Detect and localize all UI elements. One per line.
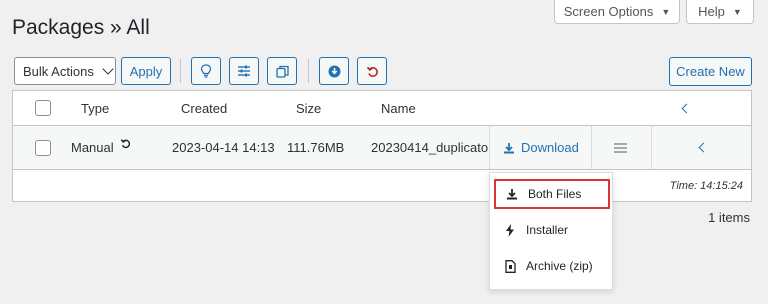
list-icon	[614, 142, 627, 153]
package-size: 111.76MB	[287, 140, 345, 155]
screen-options-tab[interactable]: Screen Options ▼	[554, 0, 680, 24]
lightbulb-button[interactable]	[191, 57, 221, 85]
copy-button[interactable]	[267, 57, 297, 85]
download-icon	[504, 142, 514, 153]
table-header: Type Created Size Name	[13, 91, 751, 126]
settings-button[interactable]	[229, 57, 259, 85]
toolbar-divider	[180, 59, 181, 83]
column-divider	[651, 126, 652, 169]
lightbulb-icon	[200, 64, 212, 78]
undo-button[interactable]	[357, 57, 387, 85]
manual-undo-icon	[120, 139, 130, 149]
download-button[interactable]	[319, 57, 349, 85]
table-row: Manual 2023-04-14 14:13 111.76MB 2023041…	[13, 126, 751, 170]
column-name[interactable]: Name	[381, 91, 416, 125]
column-divider	[591, 126, 592, 169]
help-tab[interactable]: Help ▼	[686, 0, 754, 24]
download-dropdown-button[interactable]: Download	[503, 126, 579, 169]
apply-button[interactable]: Apply	[121, 57, 171, 85]
chevron-left-icon	[681, 103, 692, 113]
download-icon	[506, 188, 518, 200]
menu-item-archive[interactable]: Archive (zip)	[494, 251, 610, 281]
header-expand-button[interactable]	[681, 91, 692, 125]
menu-item-label: Installer	[526, 223, 569, 237]
table-footer: Time: 14:15:24	[13, 170, 751, 201]
items-count: 1 items	[708, 210, 750, 225]
select-all-checkbox[interactable]	[35, 100, 51, 116]
column-size[interactable]: Size	[296, 91, 321, 125]
caret-down-icon: ▼	[661, 6, 671, 17]
menu-item-label: Archive (zip)	[526, 259, 593, 273]
details-button[interactable]	[614, 126, 627, 169]
copy-icon	[275, 65, 289, 78]
bolt-icon	[504, 223, 516, 237]
footer-time: Time: 14:15:24	[669, 179, 743, 192]
download-label: Download	[521, 140, 579, 155]
column-divider	[489, 126, 490, 169]
row-checkbox[interactable]	[35, 139, 51, 156]
screen-options-label: Screen Options	[563, 4, 654, 19]
caret-down-icon: ▼	[732, 6, 742, 17]
package-type-label: Manual	[71, 140, 114, 155]
settings-sliders-icon	[238, 65, 250, 77]
column-type[interactable]: Type	[81, 91, 109, 125]
page-title: Packages » All	[12, 16, 150, 39]
menu-item-installer[interactable]: Installer	[494, 215, 610, 245]
toolbar-divider	[308, 59, 309, 83]
chevron-left-icon	[698, 142, 709, 153]
download-circle-icon	[328, 65, 340, 77]
package-type: Manual	[71, 126, 131, 169]
menu-item-both-files[interactable]: Both Files	[494, 179, 610, 209]
column-created[interactable]: Created	[181, 91, 227, 125]
bulk-actions-label: Bulk Actions	[23, 63, 94, 79]
row-expand-button[interactable]	[698, 126, 709, 169]
package-name: 20230414_duplicator	[371, 140, 489, 155]
chevron-down-icon	[102, 63, 114, 75]
packages-table: Type Created Size Name Manual 2023-04-14…	[12, 90, 752, 202]
undo-icon	[366, 66, 378, 77]
help-label: Help	[698, 4, 725, 19]
package-created: 2023-04-14 14:13	[172, 140, 275, 155]
download-dropdown-menu: Both Files Installer Archive (zip)	[489, 172, 613, 290]
menu-item-label: Both Files	[528, 187, 582, 201]
bulk-actions-select[interactable]: Bulk Actions	[14, 57, 116, 85]
file-zip-icon	[504, 259, 516, 273]
create-new-button[interactable]: Create New	[669, 57, 752, 86]
